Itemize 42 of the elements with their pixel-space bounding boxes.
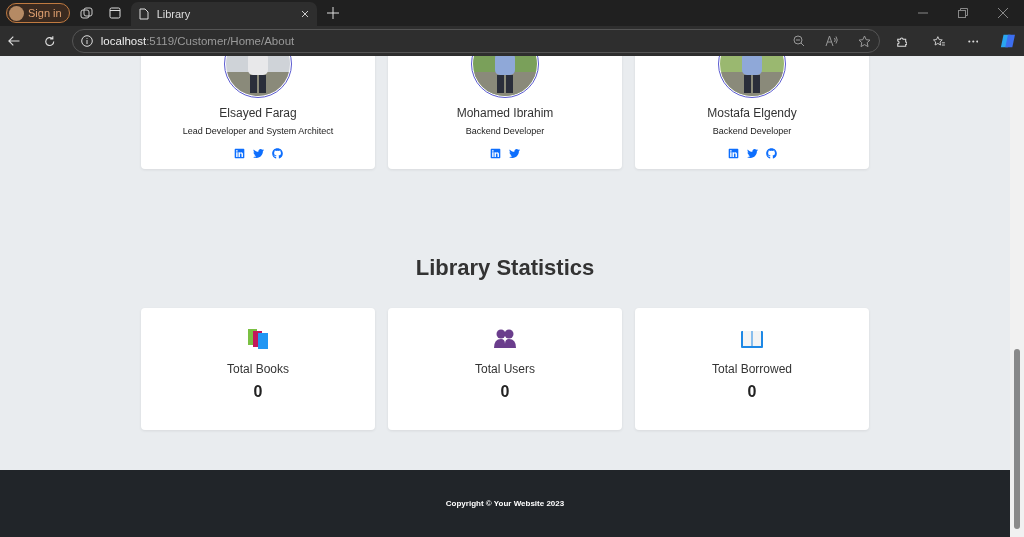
close-icon[interactable] — [300, 10, 309, 18]
member-name: Mohamed Ibrahim — [456, 106, 554, 120]
stat-value: 0 — [500, 383, 510, 401]
twitter-icon[interactable] — [252, 148, 264, 159]
zoom-out-icon[interactable] — [792, 35, 805, 47]
users-icon — [493, 328, 517, 350]
section-title: Library Statistics — [414, 255, 596, 281]
open-book-icon — [740, 328, 764, 350]
member-role: Backend Developer — [712, 126, 792, 136]
books-icon — [246, 328, 270, 350]
linkedin-icon[interactable] — [490, 148, 501, 159]
star-icon[interactable] — [857, 34, 871, 48]
member-name: Elsayed Farag — [219, 106, 297, 120]
linkedin-icon[interactable] — [233, 148, 245, 159]
extensions-icon[interactable] — [895, 34, 908, 48]
stat-label: Total Books — [226, 362, 289, 376]
restore-icon[interactable] — [958, 8, 968, 18]
back-icon[interactable] — [8, 35, 21, 47]
scrollbar[interactable] — [1010, 56, 1024, 537]
stat-label: Total Borrowed — [711, 362, 792, 376]
browser-tab[interactable]: Library — [130, 2, 317, 26]
twitter-icon[interactable] — [746, 148, 758, 159]
github-icon[interactable] — [271, 148, 283, 159]
close-window-icon[interactable] — [998, 8, 1008, 18]
copilot-icon[interactable] — [1000, 32, 1016, 50]
member-role: Backend Developer — [465, 126, 545, 136]
sign-in-button[interactable]: Sign in — [6, 3, 70, 23]
refresh-icon[interactable] — [44, 34, 56, 48]
member-name: Mostafa Elgendy — [707, 106, 797, 120]
copyright-text: Copyright © Your Website 2023 — [445, 499, 565, 508]
stat-label: Total Users — [475, 362, 535, 376]
member-role: Lead Developer and System Architect — [182, 126, 334, 136]
twitter-icon[interactable] — [509, 148, 520, 159]
read-aloud-icon[interactable] — [824, 35, 838, 47]
stat-value: 0 — [253, 383, 263, 401]
github-icon[interactable] — [765, 148, 777, 159]
linkedin-icon[interactable] — [727, 148, 739, 159]
favorites-icon[interactable] — [933, 34, 946, 48]
page-icon — [138, 8, 149, 20]
stat-value: 0 — [747, 383, 757, 401]
info-icon — [80, 35, 93, 47]
more-icon[interactable] — [967, 39, 979, 43]
